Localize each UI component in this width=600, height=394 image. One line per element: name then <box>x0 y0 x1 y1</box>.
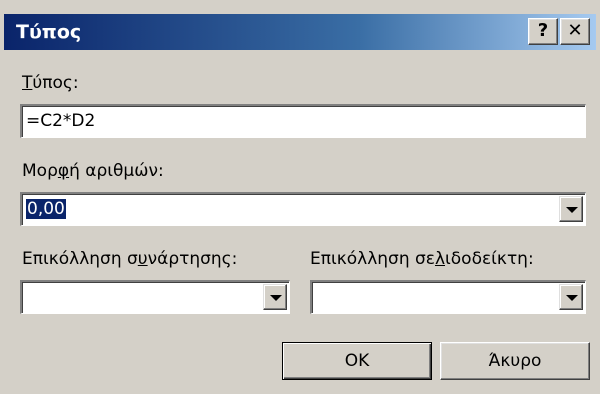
number-format-label-pre: Μορ <box>22 161 58 181</box>
number-format-combobox[interactable]: 0,00 <box>20 192 586 226</box>
formula-input-value: =C2*D2 <box>26 111 96 131</box>
formula-dialog: Τύπος ? ✕ Τύπος: =C2*D2 Μορφή αριθμών: 0… <box>0 0 600 394</box>
number-format-label: Μορφή αριθμών: <box>22 160 164 182</box>
close-icon: ✕ <box>567 20 583 41</box>
close-button[interactable]: ✕ <box>560 18 590 45</box>
formula-label-text: ύπος: <box>32 73 79 93</box>
window-title: Τύπος <box>16 21 82 43</box>
ok-button[interactable]: OK <box>282 342 432 380</box>
number-format-value: 0,00 <box>26 199 66 219</box>
number-format-dropdown-button[interactable] <box>559 196 583 222</box>
cancel-button[interactable]: Άκυρο <box>440 342 590 380</box>
number-format-value-wrap: 0,00 <box>26 198 66 220</box>
paste-bookmark-label-pre: Επικόλληση σε <box>310 249 435 269</box>
paste-bookmark-label-accesskey: λ <box>434 249 446 269</box>
paste-function-dropdown-button[interactable] <box>263 284 287 310</box>
chevron-down-icon <box>566 295 578 301</box>
paste-bookmark-combobox[interactable] <box>310 280 586 314</box>
paste-function-label: Επικόλληση συνάρτησης: <box>22 248 237 270</box>
paste-function-label-post: νάρτησης: <box>147 249 238 269</box>
paste-function-combobox[interactable] <box>20 280 290 314</box>
help-button[interactable]: ? <box>528 18 558 45</box>
number-format-label-accesskey: φ <box>57 161 70 181</box>
paste-function-label-pre: Επικόλληση σ <box>22 249 138 269</box>
paste-bookmark-dropdown-button[interactable] <box>559 284 583 310</box>
help-icon: ? <box>537 20 549 41</box>
paste-bookmark-label: Επικόλληση σελιδοδείκτη: <box>310 248 534 270</box>
title-bar[interactable]: Τύπος ? ✕ <box>4 14 596 50</box>
paste-bookmark-label-post: ιδοδείκτη: <box>445 249 534 269</box>
formula-label-accesskey: Τ <box>22 73 33 93</box>
formula-input[interactable]: =C2*D2 <box>20 104 586 138</box>
chevron-down-icon <box>566 207 578 213</box>
number-format-label-post: ή αριθμών: <box>69 161 164 181</box>
formula-label: Τύπος: <box>22 72 79 94</box>
chevron-down-icon <box>270 295 282 301</box>
paste-function-label-accesskey: υ <box>137 249 148 269</box>
